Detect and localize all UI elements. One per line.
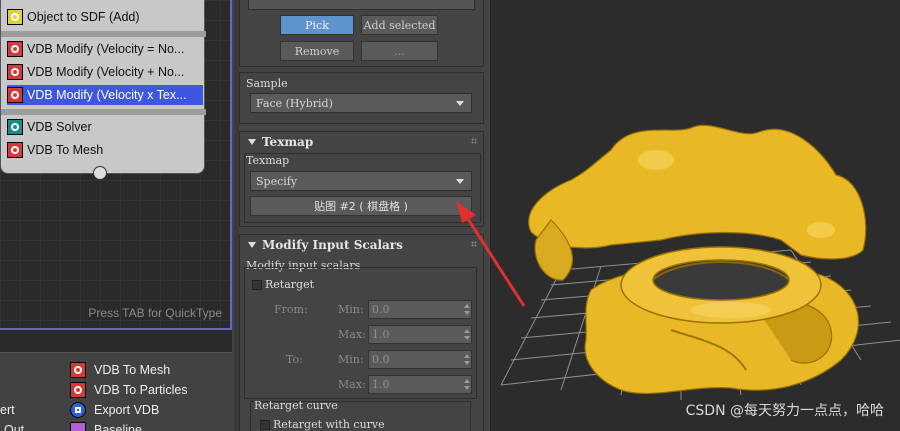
texmap-map-button[interactable]: 贴图 #2 ( 棋盘格 ) [250, 196, 472, 216]
node-item-vdb-to-mesh[interactable]: VDB To Mesh [7, 140, 203, 160]
to-max-spinner[interactable]: 1.0 [368, 375, 472, 394]
to-label: To: [286, 353, 303, 366]
vdb-to-particles-icon [70, 382, 86, 398]
texmap-rollout-header[interactable]: Texmap [248, 134, 313, 150]
spinner-value: 1.0 [372, 378, 390, 391]
node-item-object-to-sdf[interactable]: Object to SDF (Add) [7, 7, 203, 27]
node-item-vdb-modify-2[interactable]: VDB Modify (Velocity + No... [7, 62, 203, 82]
sample-rollout: Sample Face (Hybrid) [239, 72, 484, 124]
vdb-modify-icon [7, 64, 23, 80]
node-item-label: VDB Modify (Velocity x Tex... [27, 88, 187, 102]
to-min-spinner[interactable]: 0.0 [368, 350, 472, 369]
texmap-mode-value: Specify [256, 174, 298, 188]
from-max-label: Max: [338, 328, 366, 341]
from-min-label: Min: [338, 303, 364, 316]
modify-input-scalars-rollout: Modify Input Scalars Modify input scalar… [239, 234, 484, 431]
texmap-mode-dropdown[interactable]: Specify [250, 171, 472, 191]
checkbox-label: Retarget with curve [273, 418, 385, 431]
quicktype-hint: Press TAB for QuickType [88, 306, 222, 320]
sample-value: Face (Hybrid) [256, 96, 333, 110]
operator-label: VDB To Particles [94, 383, 188, 397]
rollout-title: Modify Input Scalars [262, 238, 403, 252]
vdb-modify-icon [7, 87, 23, 103]
node-item-label: VDB Solver [27, 120, 92, 134]
source-list[interactable] [248, 0, 475, 10]
retarget-curve-label: Retarget curve [254, 399, 338, 412]
more-button[interactable]: ... [361, 41, 438, 61]
node-item-label: Object to SDF (Add) [27, 10, 140, 24]
vdb-to-mesh-icon [7, 142, 23, 158]
operator-label: VDB To Mesh [94, 363, 171, 377]
command-panel: Pick Add selected Remove ... Sample Face… [232, 0, 490, 431]
operator-baseline[interactable]: Baseline [70, 420, 142, 431]
vdb-solver-icon [7, 119, 23, 135]
source-rollout: Pick Add selected Remove ... [239, 0, 484, 67]
viewport[interactable]: CSDN @每天努力一点点，哈哈 [490, 0, 900, 431]
checkbox-label: Retarget [265, 278, 315, 291]
operator-vdb-to-mesh[interactable]: VDB To Mesh [70, 360, 170, 380]
node-separator [1, 109, 206, 115]
spinner-value: 1.0 [372, 328, 390, 341]
from-max-spinner[interactable]: 1.0 [368, 325, 472, 344]
texmap-label: Texmap [246, 154, 290, 167]
node-item-label: VDB To Mesh [27, 143, 104, 157]
sample-label: Sample [246, 77, 288, 90]
node-item-vdb-modify-3[interactable]: VDB Modify (Velocity x Tex... [7, 85, 203, 105]
chevron-down-icon [456, 101, 464, 106]
spinner-arrows-icon[interactable] [464, 379, 470, 390]
spinner-arrows-icon[interactable] [464, 329, 470, 340]
pick-button[interactable]: Pick [280, 15, 354, 35]
operator-list: VDB To Mesh VDB To Particles Export VDB … [0, 352, 232, 431]
operator-export-vdb[interactable]: Export VDB [70, 400, 159, 420]
node-item-label: VDB Modify (Velocity + No... [27, 65, 185, 79]
spinner-value: 0.0 [372, 303, 390, 316]
node-item-label: VDB Modify (Velocity = No... [27, 42, 185, 56]
operator-label: Baseline [94, 423, 142, 431]
node-editor[interactable]: Object to SDF (Add) VDB Modify (Velocity… [0, 0, 232, 330]
export-vdb-icon [70, 402, 86, 418]
object-to-sdf-icon [7, 9, 23, 25]
add-selected-button[interactable]: Add selected [361, 15, 438, 35]
retarget-with-curve-checkbox[interactable]: Retarget with curve [260, 418, 385, 431]
baseline-icon [70, 422, 86, 431]
vdb-modify-icon [7, 41, 23, 57]
retarget-checkbox[interactable]: Retarget [252, 278, 314, 291]
checkbox-box [260, 419, 270, 430]
modify-rollout-header[interactable]: Modify Input Scalars [248, 237, 403, 253]
grip-icon[interactable] [471, 138, 477, 144]
checkbox-box [252, 279, 262, 290]
operator-cut-label: ert [0, 403, 15, 417]
collapse-triangle-icon [248, 242, 256, 248]
spinner-arrows-icon[interactable] [464, 354, 470, 365]
to-max-label: Max: [338, 378, 366, 391]
spinner-value: 0.0 [372, 353, 390, 366]
sample-dropdown[interactable]: Face (Hybrid) [250, 93, 472, 113]
collapse-triangle-icon [248, 139, 256, 145]
texmap-rollout: Texmap Texmap Specify 贴图 #2 ( 棋盘格 ) [239, 131, 484, 227]
node-item-vdb-solver[interactable]: VDB Solver [7, 117, 203, 137]
from-min-spinner[interactable]: 0.0 [368, 300, 472, 319]
viewport-scene [500, 124, 900, 400]
operator-label: Export VDB [94, 403, 160, 417]
spinner-arrows-icon[interactable] [464, 304, 470, 315]
vdb-to-mesh-icon [70, 362, 86, 378]
rollout-title: Texmap [262, 135, 314, 149]
watermark: CSDN @每天努力一点点，哈哈 [685, 403, 884, 419]
operator-vdb-to-particles[interactable]: VDB To Particles [70, 380, 188, 400]
node-separator [1, 31, 206, 37]
chevron-down-icon [456, 179, 464, 184]
to-min-label: Min: [338, 353, 364, 366]
node-output-port[interactable] [93, 166, 107, 180]
from-label: From: [274, 303, 308, 316]
node-card[interactable]: Object to SDF (Add) VDB Modify (Velocity… [0, 0, 206, 174]
operator-cut-label: Out [4, 423, 25, 431]
grip-icon[interactable] [471, 241, 477, 247]
remove-button[interactable]: Remove [280, 41, 354, 61]
node-item-vdb-modify-1[interactable]: VDB Modify (Velocity = No... [7, 39, 203, 59]
